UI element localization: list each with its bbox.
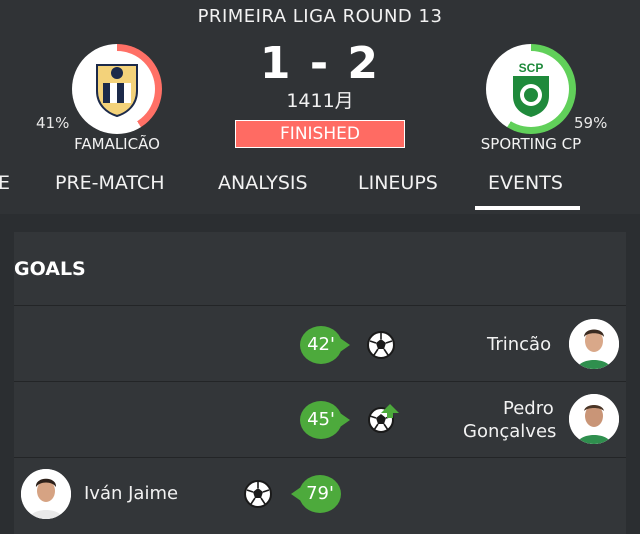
home-possession: 41% <box>36 114 70 132</box>
tab-events[interactable]: EVENTS <box>488 172 563 194</box>
goal-minute-badge: 42' <box>300 326 350 364</box>
tab-pre-match[interactable]: PRE-MATCH <box>55 172 164 194</box>
tab-analysis[interactable]: ANALYSIS <box>218 172 308 194</box>
tab-overview[interactable]: E <box>0 172 10 194</box>
tab-bar: E PRE-MATCH ANALYSIS LINEUPS EVENTS <box>0 164 640 214</box>
status-badge: FINISHED <box>235 120 405 148</box>
sporting-crest-icon: SCP <box>513 61 549 117</box>
goals-section-title: GOALS <box>14 258 86 280</box>
away-possession-ring: SCP <box>486 44 576 134</box>
goal-minute-badge: 79' <box>291 475 341 513</box>
competition-title: PRIMEIRA LIGA ROUND 13 <box>197 6 443 27</box>
player-avatar[interactable] <box>569 319 619 369</box>
home-crest[interactable] <box>79 51 155 127</box>
player-photo-icon <box>21 469 71 519</box>
active-tab-indicator <box>475 206 580 210</box>
player-photo-icon <box>569 319 619 369</box>
home-possession-ring <box>72 44 162 134</box>
divider <box>14 381 626 382</box>
away-possession: 59% <box>574 114 608 132</box>
player-avatar[interactable] <box>21 469 71 519</box>
scorer-last-name[interactable]: Gonçalves <box>463 421 556 442</box>
scorer-name[interactable]: Trincão <box>487 334 551 355</box>
match-score: 1 - 2 <box>259 38 381 89</box>
famalicao-crest-icon <box>96 64 138 117</box>
football-icon <box>367 331 395 359</box>
player-photo-icon <box>569 394 619 444</box>
divider <box>14 457 626 458</box>
divider <box>14 305 626 306</box>
tab-lineups[interactable]: LINEUPS <box>358 172 438 194</box>
crest-letters: SCP <box>519 61 544 75</box>
home-team-name[interactable]: FAMALICÃO <box>47 135 187 153</box>
goal-minute-badge: 45' <box>300 401 350 439</box>
scorer-first-name[interactable]: Pedro <box>503 398 554 419</box>
match-date: 1411月 <box>286 90 354 112</box>
away-crest[interactable]: SCP <box>493 51 569 127</box>
player-avatar[interactable] <box>569 394 619 444</box>
away-team-name[interactable]: SPORTING CP <box>461 135 601 153</box>
assisted-goal-icon <box>368 404 399 433</box>
scorer-name[interactable]: Iván Jaime <box>84 483 178 504</box>
football-icon <box>244 480 272 508</box>
